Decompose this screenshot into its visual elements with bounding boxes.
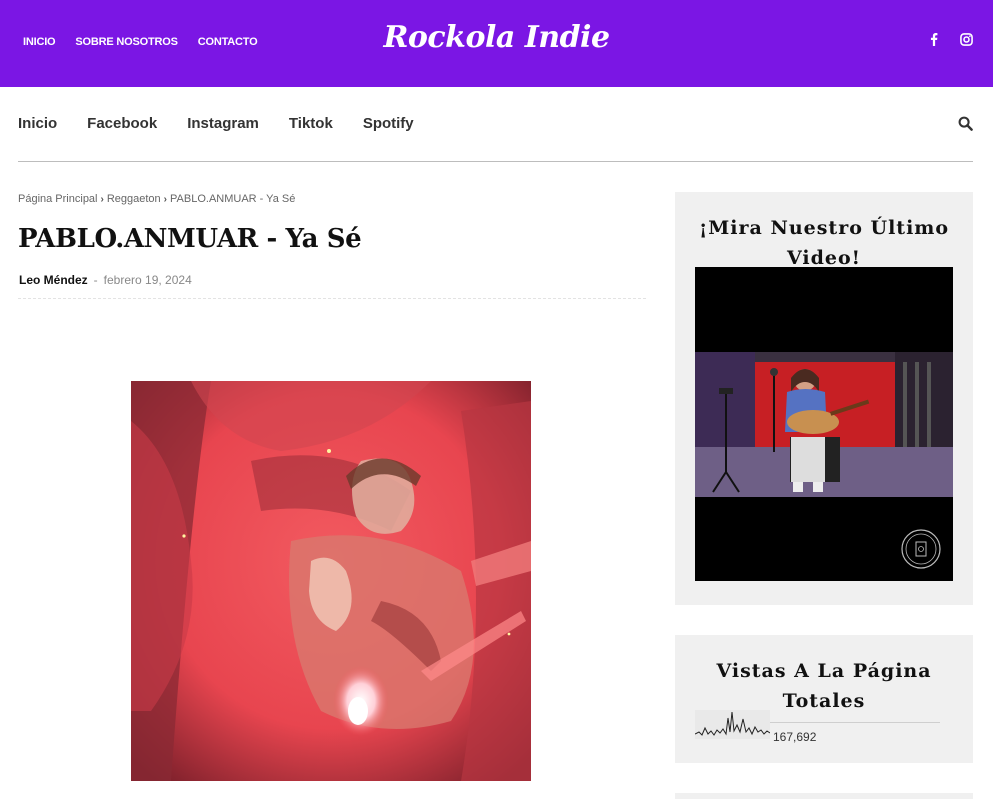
post-date: febrero 19, 2024 bbox=[103, 273, 192, 287]
facebook-icon[interactable] bbox=[930, 33, 938, 46]
post-meta: Leo Méndez - febrero 19, 2024 bbox=[19, 273, 192, 287]
next-sidebar-widget bbox=[675, 793, 973, 799]
search-icon[interactable] bbox=[958, 116, 973, 136]
chevron-right-icon: › bbox=[163, 193, 168, 205]
post-author[interactable]: Leo Méndez bbox=[19, 273, 88, 287]
sparkline-chart bbox=[694, 710, 771, 744]
breadcrumb-current: PABLO.ANMUAR - Ya Sé bbox=[170, 193, 296, 205]
meta-divider bbox=[18, 298, 646, 299]
main-nav: Inicio Facebook Instagram Tiktok Spotify bbox=[18, 115, 414, 132]
top-header: INICIO SOBRE NOSOTROS CONTACTO Rockola I… bbox=[0, 0, 993, 87]
nav-spotify[interactable]: Spotify bbox=[363, 115, 414, 132]
meta-separator: - bbox=[93, 273, 98, 287]
breadcrumb-home[interactable]: Página Principal bbox=[18, 193, 98, 205]
stats-row: 167,692 bbox=[694, 710, 817, 744]
instagram-icon[interactable] bbox=[960, 33, 973, 46]
nav-tiktok[interactable]: Tiktok bbox=[289, 115, 333, 132]
site-logo[interactable]: Rockola Indie bbox=[0, 20, 993, 55]
latest-video-widget: ¡Mira Nuestro Último Video! bbox=[675, 192, 973, 605]
post-title: PABLO.ANMUAR - Ya Sé bbox=[18, 224, 362, 254]
nav-facebook[interactable]: Facebook bbox=[87, 115, 157, 132]
breadcrumb-category[interactable]: Reggaeton bbox=[107, 193, 161, 205]
page-views-widget: Vistas A La Página Totales 167,692 bbox=[675, 635, 973, 763]
social-links bbox=[930, 33, 973, 46]
stats-divider bbox=[770, 722, 940, 723]
stats-widget-title: Vistas A La Página Totales bbox=[716, 660, 932, 712]
nav-inicio[interactable]: Inicio bbox=[18, 115, 57, 132]
page-views-count: 167,692 bbox=[773, 730, 817, 744]
video-widget-title: ¡Mira Nuestro Último Video! bbox=[698, 217, 950, 269]
post-cover-image bbox=[131, 381, 531, 781]
nav-divider bbox=[18, 161, 973, 162]
breadcrumb: Página Principal › Reggaeton › PABLO.ANM… bbox=[18, 193, 295, 205]
nav-instagram[interactable]: Instagram bbox=[187, 115, 259, 132]
video-player[interactable] bbox=[695, 267, 953, 581]
chevron-right-icon: › bbox=[100, 193, 104, 205]
